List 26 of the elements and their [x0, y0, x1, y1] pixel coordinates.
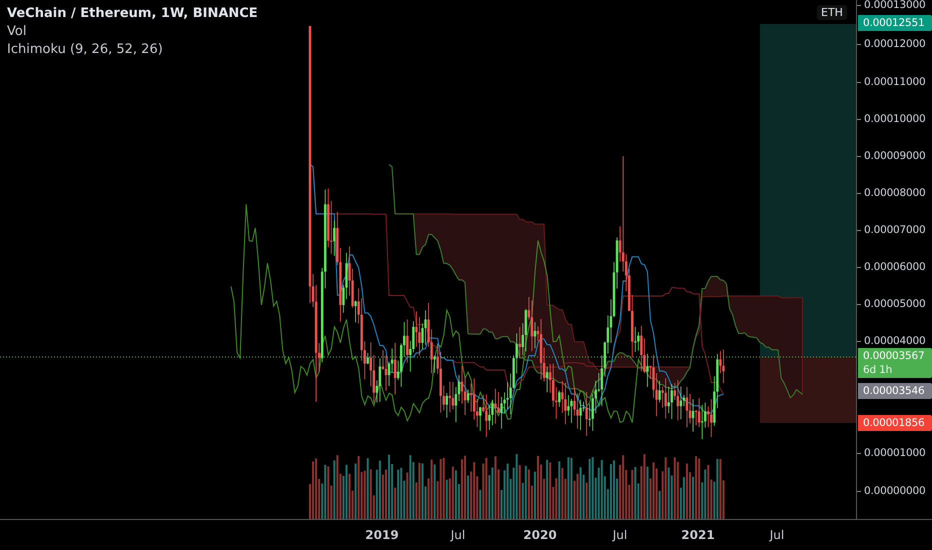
- time-tick-label: 2020: [523, 528, 557, 542]
- indicator-label: Vol: [7, 24, 28, 39]
- price-tick-label: 0.00011000: [864, 76, 926, 88]
- time-tick-label: Jul: [450, 528, 466, 542]
- price-label: 0.00001856: [858, 415, 932, 431]
- price-tick-label: 0.00007000: [864, 224, 926, 236]
- time-tick-label: 2019: [365, 528, 399, 542]
- price-tick-label: 0.00012000: [864, 38, 926, 50]
- currency-badge: ETH: [817, 5, 847, 20]
- price-tick-label: 0.00013000: [864, 0, 926, 11]
- price-label: 0.00003567 6d 1h: [858, 348, 932, 378]
- price-tick-label: 0.00001000: [864, 447, 926, 459]
- time-tick-label: Jul: [612, 528, 628, 542]
- price-tick-label: 0.00008000: [864, 187, 926, 199]
- price-tick-label: 0.00004000: [864, 335, 926, 347]
- price-label: 0.00012551: [858, 15, 932, 31]
- price-tick-label: 0.00006000: [864, 261, 926, 273]
- time-tick-label: Jul: [770, 528, 784, 542]
- price-tick-label: 0.00010000: [864, 113, 926, 125]
- price-tick-label: 0.00000000: [864, 485, 926, 497]
- chart-title: VeChain / Ethereum, 1W, BINANCE: [7, 6, 258, 21]
- indicator-label: Ichimoku (9, 26, 52, 26): [7, 42, 164, 57]
- price-label: 0.00003546: [858, 383, 932, 399]
- price-tick-label: 0.00009000: [864, 150, 926, 162]
- price-tick-label: 0.00005000: [864, 298, 926, 310]
- time-tick-label: 2021: [681, 528, 715, 542]
